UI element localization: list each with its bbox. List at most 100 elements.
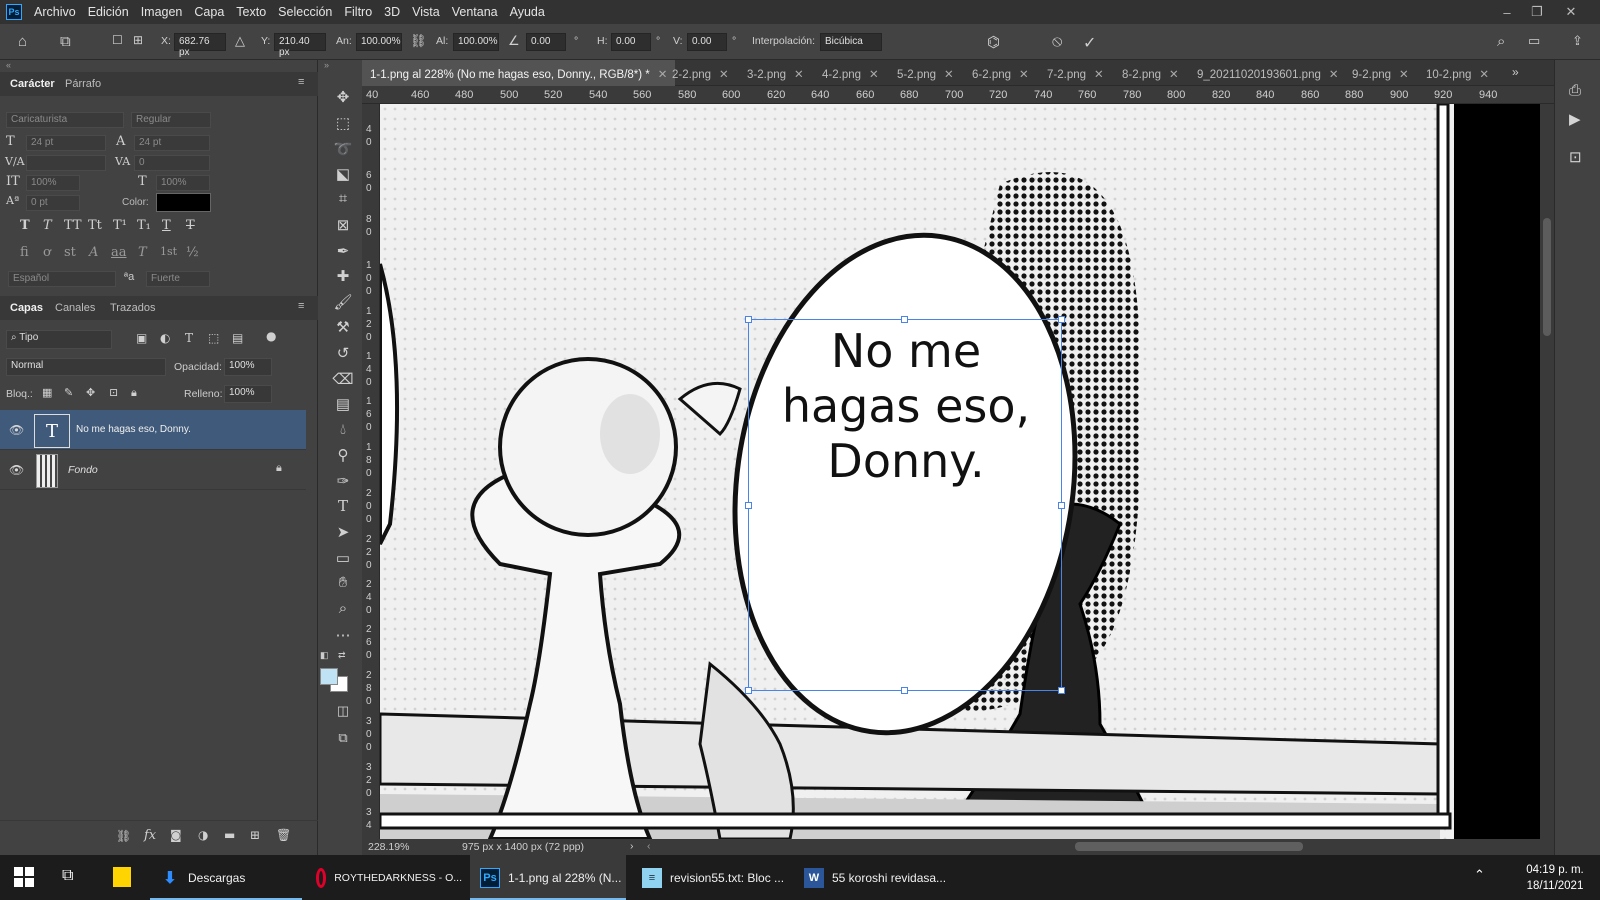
angle-field[interactable]: 0.00 — [526, 33, 566, 51]
close-icon[interactable]: ✕ — [719, 69, 729, 81]
taskbar-item-notepad[interactable]: ≡ revision55.txt: Bloc ... — [632, 855, 788, 900]
restore-icon[interactable]: ❐ — [1522, 0, 1552, 24]
close-icon[interactable]: ✕ — [794, 69, 804, 81]
doc-tab[interactable]: 8-2.png ✕ — [1114, 60, 1187, 86]
filter-type-icon[interactable]: T — [185, 331, 193, 345]
x-field[interactable]: 682.76 px — [174, 33, 226, 58]
actions-play-icon[interactable]: ▶ — [1569, 110, 1581, 128]
menu-imagen[interactable]: Imagen — [141, 5, 183, 19]
speech-bubble-text[interactable]: No me hagas eso, Donny. — [749, 320, 1063, 489]
doc-tab[interactable]: 10-2.png ✕ — [1418, 60, 1497, 86]
underline-icon[interactable]: T — [162, 218, 171, 233]
menu-seleccion[interactable]: Selección — [278, 5, 332, 19]
transform-handle[interactable] — [901, 687, 908, 694]
language-select[interactable]: Español — [8, 271, 116, 287]
hskew-field[interactable]: 0.00 — [611, 33, 651, 51]
lock-position-icon[interactable]: ✥ — [86, 386, 95, 399]
cancel-transform-icon[interactable]: ⦸ — [1052, 33, 1062, 51]
taskbar-item-opera[interactable]: ROYTHEDARKNESS - O... — [306, 855, 462, 900]
sticky-notes-icon[interactable] — [113, 867, 131, 887]
menu-3d[interactable]: 3D — [384, 5, 400, 19]
link-icon[interactable]: ⛓ — [410, 33, 427, 49]
ordinals-icon[interactable]: T — [138, 245, 147, 260]
layers-menu-icon[interactable]: ≡ — [298, 300, 304, 312]
more-tabs-icon[interactable]: » — [1512, 65, 1519, 79]
move-tool-icon[interactable]: ✥ — [331, 88, 355, 110]
ordinal-icon[interactable]: 1st — [160, 245, 177, 258]
close-icon[interactable]: ✕ — [1399, 69, 1409, 81]
new-group-icon[interactable]: ▬ — [224, 828, 235, 842]
hand-tool-icon[interactable]: ✋︎ — [331, 574, 355, 596]
doc-tab[interactable]: 2-2.png ✕ — [664, 60, 737, 86]
menu-capa[interactable]: Capa — [194, 5, 224, 19]
tab-paragraph[interactable]: Párrafo — [65, 78, 101, 90]
screen-mode-icon[interactable]: ⧉ — [331, 730, 355, 752]
blend-mode-select[interactable]: Normal — [6, 358, 166, 376]
filter-shape-icon[interactable]: ⬚ — [208, 331, 219, 345]
document-canvas[interactable]: No me hagas eso, Donny. — [380, 104, 1540, 839]
faux-italic-icon[interactable]: T — [43, 218, 52, 233]
fractions-icon[interactable]: ½ — [186, 245, 199, 260]
taskbar-item-photoshop[interactable]: Ps 1-1.png al 228% (N... — [470, 855, 626, 900]
collapse-left-icon[interactable]: « — [6, 60, 11, 70]
transform-tool-icon[interactable]: ⧉ — [60, 33, 71, 50]
crop-tool-icon[interactable]: ⌗ — [331, 190, 355, 212]
transform-handle[interactable] — [745, 502, 752, 509]
zoom-tool-icon[interactable]: ⌕ — [331, 600, 355, 622]
filter-smartobject-icon[interactable]: ▤ — [232, 331, 243, 345]
reference-grid-icon[interactable]: ⊞ — [133, 33, 143, 47]
menu-ayuda[interactable]: Ayuda — [510, 5, 545, 19]
fill-field[interactable]: 100% — [224, 385, 272, 403]
font-size-field[interactable]: 24 pt — [26, 135, 106, 151]
panel-menu-icon[interactable]: ≡ — [298, 76, 304, 88]
layer-filter-select[interactable]: ⌕ Tipo — [6, 330, 112, 349]
rectangle-tool-icon[interactable]: ▭ — [331, 549, 355, 571]
horizontal-scroll-thumb[interactable] — [1075, 842, 1303, 851]
menu-filtro[interactable]: Filtro — [344, 5, 372, 19]
share-icon[interactable]: ⇪ — [1572, 33, 1583, 49]
chevron-up-icon[interactable]: ⌃ — [1474, 867, 1485, 883]
close-icon[interactable]: ✕ — [1329, 69, 1339, 81]
horizontal-scale-field[interactable]: 100% — [156, 175, 210, 191]
close-icon[interactable]: ✕ — [1019, 69, 1029, 81]
faux-bold-icon[interactable]: T — [20, 218, 30, 233]
menu-edicion[interactable]: Edición — [88, 5, 129, 19]
close-icon[interactable]: ✕ — [869, 69, 879, 81]
add-mask-icon[interactable]: ◙ — [170, 828, 182, 842]
doc-tab[interactable]: 6-2.png ✕ — [964, 60, 1037, 86]
vertical-scrollbar[interactable] — [1540, 104, 1554, 839]
home-icon[interactable]: ⌂ — [18, 33, 27, 50]
eyedropper-tool-icon[interactable]: ✒ — [331, 242, 355, 264]
y-field[interactable]: 210.40 px — [274, 33, 326, 58]
doc-tab[interactable]: 3-2.png ✕ — [739, 60, 812, 86]
discretionary-ligature-icon[interactable]: ơ — [43, 245, 51, 260]
pen-tool-icon[interactable]: ✑ — [331, 472, 355, 494]
stamp-tool-icon[interactable]: ⚒ — [331, 318, 355, 340]
tab-channels[interactable]: Canales — [55, 302, 95, 314]
type-tool-icon[interactable]: T — [331, 497, 355, 519]
warp-icon[interactable]: ⌬ — [987, 33, 1000, 51]
clock[interactable]: 04:19 p. m. 18/11/2021 — [1520, 862, 1590, 894]
search-icon[interactable]: ⌕ — [1497, 33, 1505, 50]
doc-tab[interactable]: 7-2.png ✕ — [1039, 60, 1112, 86]
new-layer-icon[interactable]: ⊞ — [250, 828, 260, 842]
swap-colors-icon[interactable]: ⇄ — [338, 650, 346, 661]
scroll-left-icon[interactable]: ‹ — [647, 840, 651, 852]
brush-tool-icon[interactable]: 🖌︎ — [331, 293, 355, 315]
lasso-tool-icon[interactable]: ➰ — [331, 140, 355, 162]
layer-name[interactable]: Fondo — [68, 464, 98, 476]
antialias-select[interactable]: Fuerte — [146, 271, 210, 287]
delta-icon[interactable]: △ — [235, 33, 245, 49]
width-field[interactable]: 100.00% — [356, 33, 402, 51]
minimize-icon[interactable]: – — [1492, 0, 1522, 24]
interpolation-select[interactable]: Bicúbica — [820, 33, 882, 51]
collapse-tools-icon[interactable]: » — [324, 60, 329, 70]
close-icon[interactable]: ✕ — [1169, 69, 1179, 81]
more-tools-icon[interactable]: ⋯ — [331, 626, 355, 648]
transform-handle[interactable] — [1058, 687, 1065, 694]
gradient-tool-icon[interactable]: ▤ — [331, 395, 355, 417]
height-field[interactable]: 100.00% — [453, 33, 499, 51]
doc-tab-active[interactable]: 1-1.png al 228% (No me hagas eso, Donny.… — [362, 60, 676, 86]
frame-tool-icon[interactable]: ⊠ — [331, 216, 355, 238]
task-view-icon[interactable]: ⧉ — [62, 867, 73, 885]
